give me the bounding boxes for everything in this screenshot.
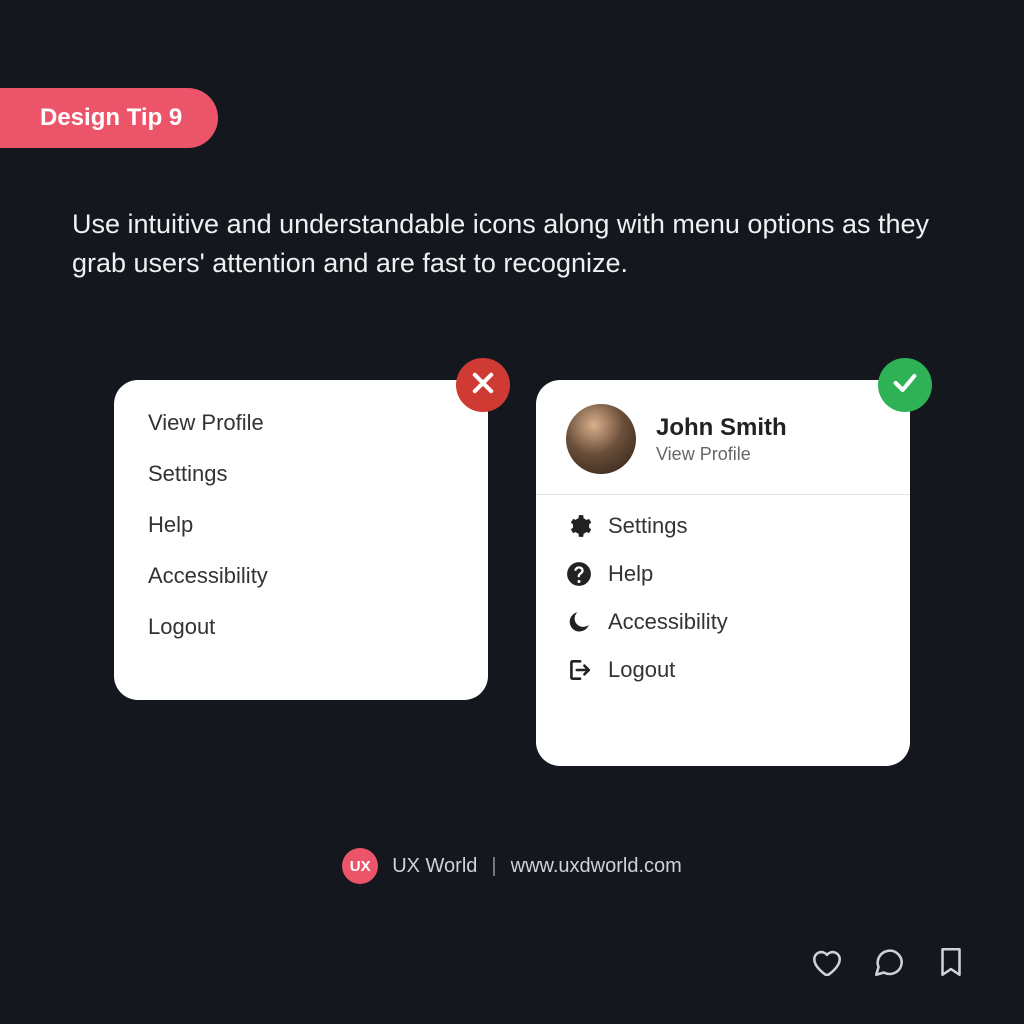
footer: UX UX World | www.uxdworld.com [0,848,1024,884]
question-icon [566,561,592,587]
good-example-card: John Smith View Profile Settings Help [536,380,910,766]
bad-menu-item[interactable]: Settings [148,461,454,487]
menu-item-label: Settings [608,513,688,539]
profile-subtitle: View Profile [656,444,787,465]
gear-icon [566,513,592,539]
comment-icon[interactable] [872,945,906,984]
bad-menu-item[interactable]: Help [148,512,454,538]
profile-name: John Smith [656,414,787,442]
menu-item-logout[interactable]: Logout [566,657,880,683]
logout-icon [566,657,592,683]
social-actions [810,945,968,984]
bad-menu-item[interactable]: View Profile [148,410,454,436]
check-icon [891,369,919,402]
menu-item-accessibility[interactable]: Accessibility [566,609,880,635]
x-icon [469,369,497,402]
footer-url: www.uxdworld.com [511,855,682,878]
ux-logo: UX [342,848,378,884]
menu-item-label: Accessibility [608,609,728,635]
tip-badge-label: Design Tip 9 [40,104,182,131]
moon-icon [566,609,592,635]
menu-item-label: Logout [608,657,675,683]
divider [536,494,910,495]
profile-info: John Smith View Profile [656,414,787,465]
example-cards: View Profile Settings Help Accessibility… [0,380,1024,766]
menu-item-label: Help [608,561,653,587]
footer-separator: | [491,855,496,878]
tip-badge: Design Tip 9 [0,88,218,148]
bad-menu-item[interactable]: Logout [148,614,454,640]
tip-description: Use intuitive and understandable icons a… [72,205,952,283]
good-status-badge [878,358,932,412]
menu-item-settings[interactable]: Settings [566,513,880,539]
bad-status-badge [456,358,510,412]
footer-brand: UX World [392,855,477,878]
good-menu-list: Settings Help Accessibility Logout [566,513,880,683]
avatar [566,404,636,474]
heart-icon[interactable] [810,945,844,984]
bad-menu-list: View Profile Settings Help Accessibility… [148,410,454,640]
bad-example-card: View Profile Settings Help Accessibility… [114,380,488,700]
ux-logo-text: UX [350,858,371,875]
menu-item-help[interactable]: Help [566,561,880,587]
bad-menu-item[interactable]: Accessibility [148,563,454,589]
bookmark-icon[interactable] [934,945,968,984]
profile-header[interactable]: John Smith View Profile [566,404,880,494]
